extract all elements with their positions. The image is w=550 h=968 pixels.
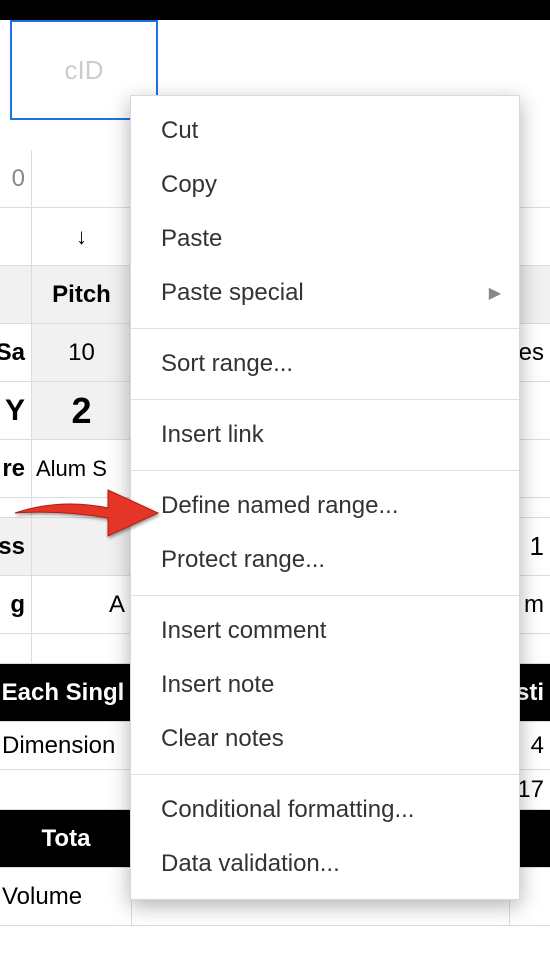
menu-item-define-named-range[interactable]: Define named range... xyxy=(131,479,519,533)
cell[interactable] xyxy=(0,266,32,323)
menu-label: Sort range... xyxy=(161,350,293,378)
cell[interactable] xyxy=(32,518,132,575)
context-menu: Cut Copy Paste Paste special ▶ Sort rang… xyxy=(130,95,520,900)
cell[interactable]: Dimension xyxy=(0,722,132,769)
cell[interactable]: A xyxy=(32,576,132,633)
menu-label: Clear notes xyxy=(161,725,284,753)
cell[interactable]: Volume xyxy=(0,868,132,925)
menu-label: Protect range... xyxy=(161,546,325,574)
menu-item-sort-range[interactable]: Sort range... xyxy=(131,337,519,391)
cell[interactable] xyxy=(32,150,132,207)
menu-item-insert-comment[interactable]: Insert comment xyxy=(131,604,519,658)
cell[interactable]: g xyxy=(0,576,32,633)
menu-item-paste-special[interactable]: Paste special ▶ xyxy=(131,266,519,320)
menu-item-paste[interactable]: Paste xyxy=(131,212,519,266)
cell[interactable] xyxy=(0,498,32,517)
menu-label: Define named range... xyxy=(161,492,398,520)
menu-label: Insert comment xyxy=(161,617,326,645)
cell[interactable] xyxy=(32,498,132,517)
cell[interactable]: Y xyxy=(0,382,32,439)
menu-separator xyxy=(131,595,519,596)
selected-cell-label: cID xyxy=(65,55,104,86)
menu-label: Paste special xyxy=(161,279,304,307)
cell[interactable]: Pitch xyxy=(32,266,132,323)
menu-item-data-validation[interactable]: Data validation... xyxy=(131,837,519,891)
menu-separator xyxy=(131,328,519,329)
cell[interactable]: 0 xyxy=(0,150,32,207)
cell[interactable]: 10 xyxy=(32,324,132,381)
menu-separator xyxy=(131,470,519,471)
menu-item-clear-notes[interactable]: Clear notes xyxy=(131,712,519,766)
menu-label: Data validation... xyxy=(161,850,340,878)
menu-label: Conditional formatting... xyxy=(161,796,414,824)
menu-item-cut[interactable]: Cut xyxy=(131,104,519,158)
cell[interactable]: Tota xyxy=(0,810,132,867)
menu-item-protect-range[interactable]: Protect range... xyxy=(131,533,519,587)
cell[interactable]: Sa xyxy=(0,324,32,381)
menu-item-copy[interactable]: Copy xyxy=(131,158,519,212)
cell[interactable] xyxy=(0,634,32,663)
cell[interactable] xyxy=(0,208,32,265)
menu-label: Insert note xyxy=(161,671,274,699)
cell[interactable]: Alum S xyxy=(32,440,132,497)
cell[interactable]: ss xyxy=(0,518,32,575)
menu-separator xyxy=(131,774,519,775)
menu-label: Cut xyxy=(161,117,198,145)
cell[interactable]: Each Singl xyxy=(0,664,132,721)
submenu-arrow-icon: ▶ xyxy=(489,283,501,303)
cell[interactable]: re xyxy=(0,440,32,497)
menu-item-conditional-formatting[interactable]: Conditional formatting... xyxy=(131,783,519,837)
window-titlebar xyxy=(0,0,550,20)
menu-label: Copy xyxy=(161,171,217,199)
menu-item-insert-link[interactable]: Insert link xyxy=(131,408,519,462)
menu-label: Paste xyxy=(161,225,222,253)
cell[interactable]: 2 xyxy=(32,382,132,439)
menu-item-insert-note[interactable]: Insert note xyxy=(131,658,519,712)
cell[interactable] xyxy=(0,770,132,809)
menu-label: Insert link xyxy=(161,421,264,449)
menu-separator xyxy=(131,399,519,400)
sort-arrow-icon[interactable]: ↓ xyxy=(32,208,132,265)
cell[interactable] xyxy=(32,634,132,663)
